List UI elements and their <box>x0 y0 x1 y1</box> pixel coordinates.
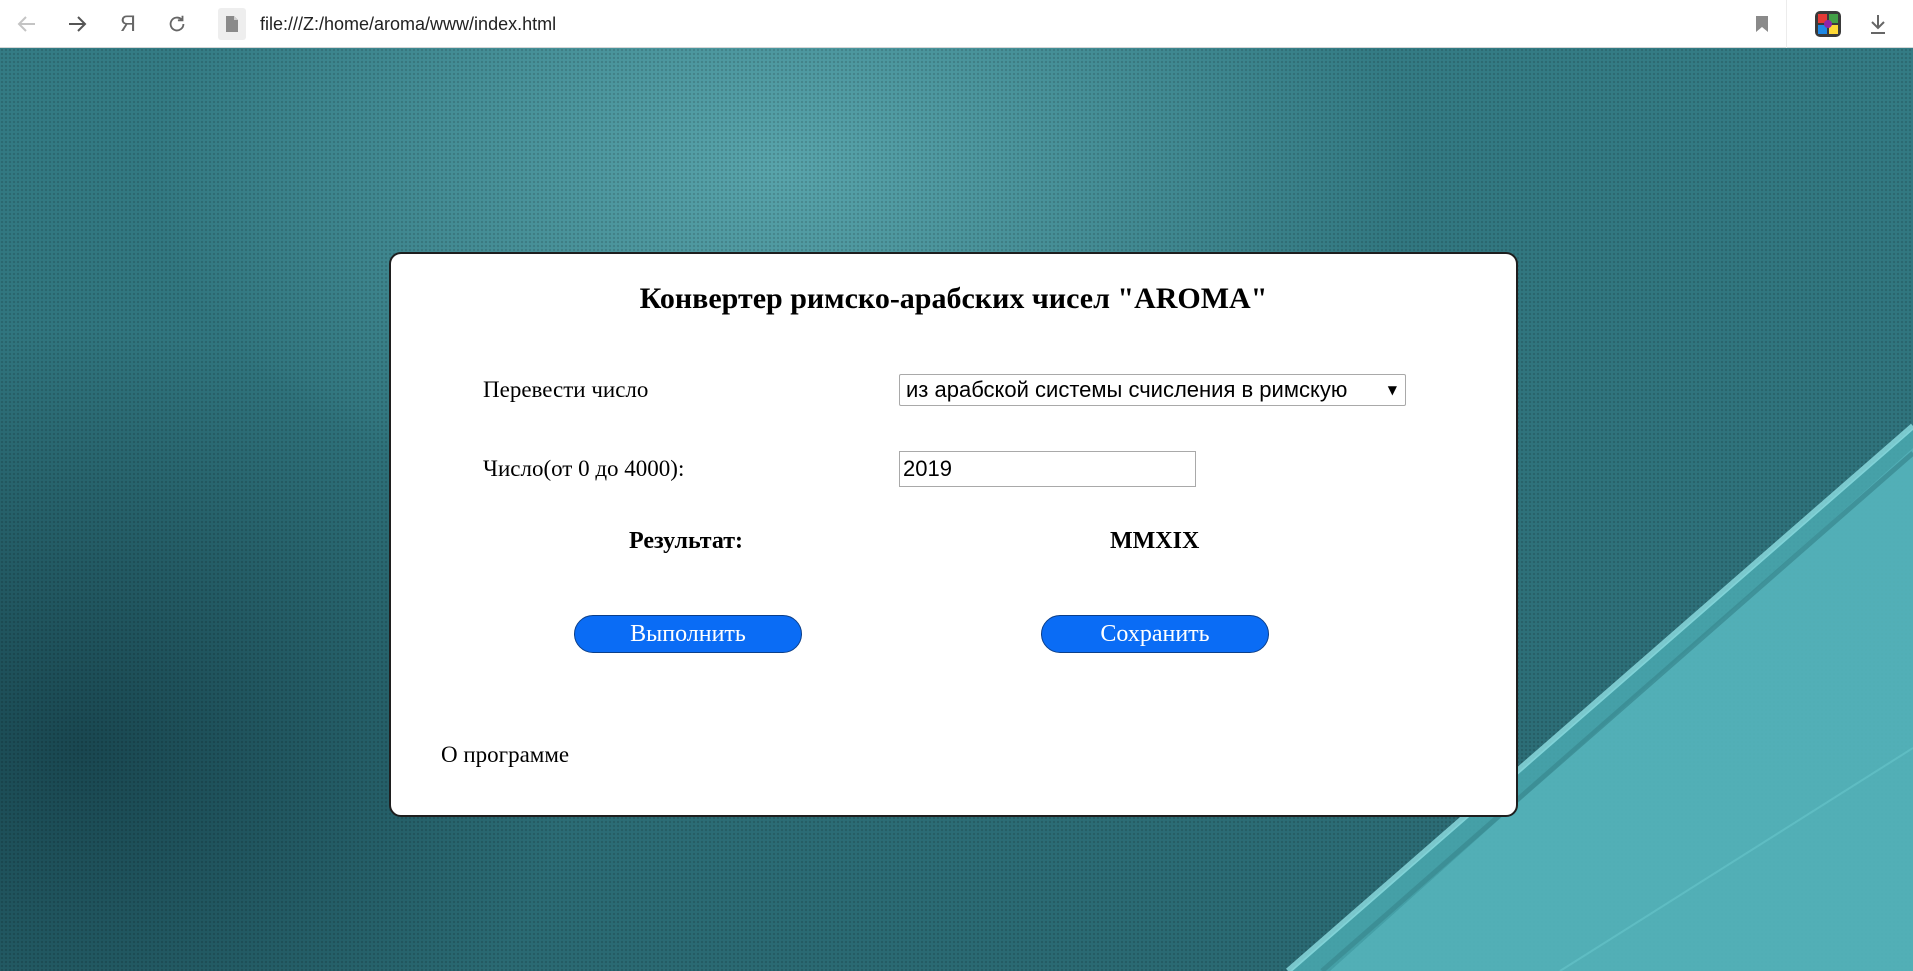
number-label: Число(от 0 до 4000): <box>483 456 685 481</box>
back-icon[interactable] <box>10 7 44 41</box>
page-title: Конвертер римско-арабских чисел "AROMA" <box>639 282 1268 315</box>
result-value: MMXIX <box>1110 528 1200 554</box>
result-label: Результат: <box>629 528 744 554</box>
about-program-link[interactable]: О программе <box>441 742 569 768</box>
convert-mode-value: из арабской системы счисления в римскую <box>906 377 1348 402</box>
yandex-home-icon[interactable]: Я <box>111 7 145 41</box>
forward-icon[interactable] <box>60 7 94 41</box>
convert-mode-select[interactable]: из арабской системы счисления в римскую … <box>899 374 1406 406</box>
page-icon <box>218 8 246 40</box>
save-button[interactable]: Сохранить <box>1041 615 1269 653</box>
toolbar-divider <box>1786 0 1787 48</box>
convert-mode-label: Перевести число <box>483 377 649 402</box>
dropdown-arrow-icon: ▼ <box>1387 383 1397 397</box>
execute-button[interactable]: Выполнить <box>574 615 802 653</box>
page-viewport: Конвертер римско-арабских чисел "AROMA" … <box>0 48 1913 971</box>
address-bar[interactable]: file:///Z:/home/aroma/www/index.html <box>210 4 1784 44</box>
reload-icon[interactable] <box>160 7 194 41</box>
bookmark-icon[interactable] <box>1750 12 1774 36</box>
browser-toolbar: Я file:///Z:/home/aroma/www/index.html <box>0 0 1913 48</box>
converter-card: Конвертер римско-арабских чисел "AROMA" … <box>389 252 1518 817</box>
extension-icon[interactable] <box>1815 11 1841 37</box>
download-icon[interactable] <box>1863 9 1893 39</box>
address-url[interactable]: file:///Z:/home/aroma/www/index.html <box>260 4 556 44</box>
number-input[interactable] <box>899 451 1196 487</box>
